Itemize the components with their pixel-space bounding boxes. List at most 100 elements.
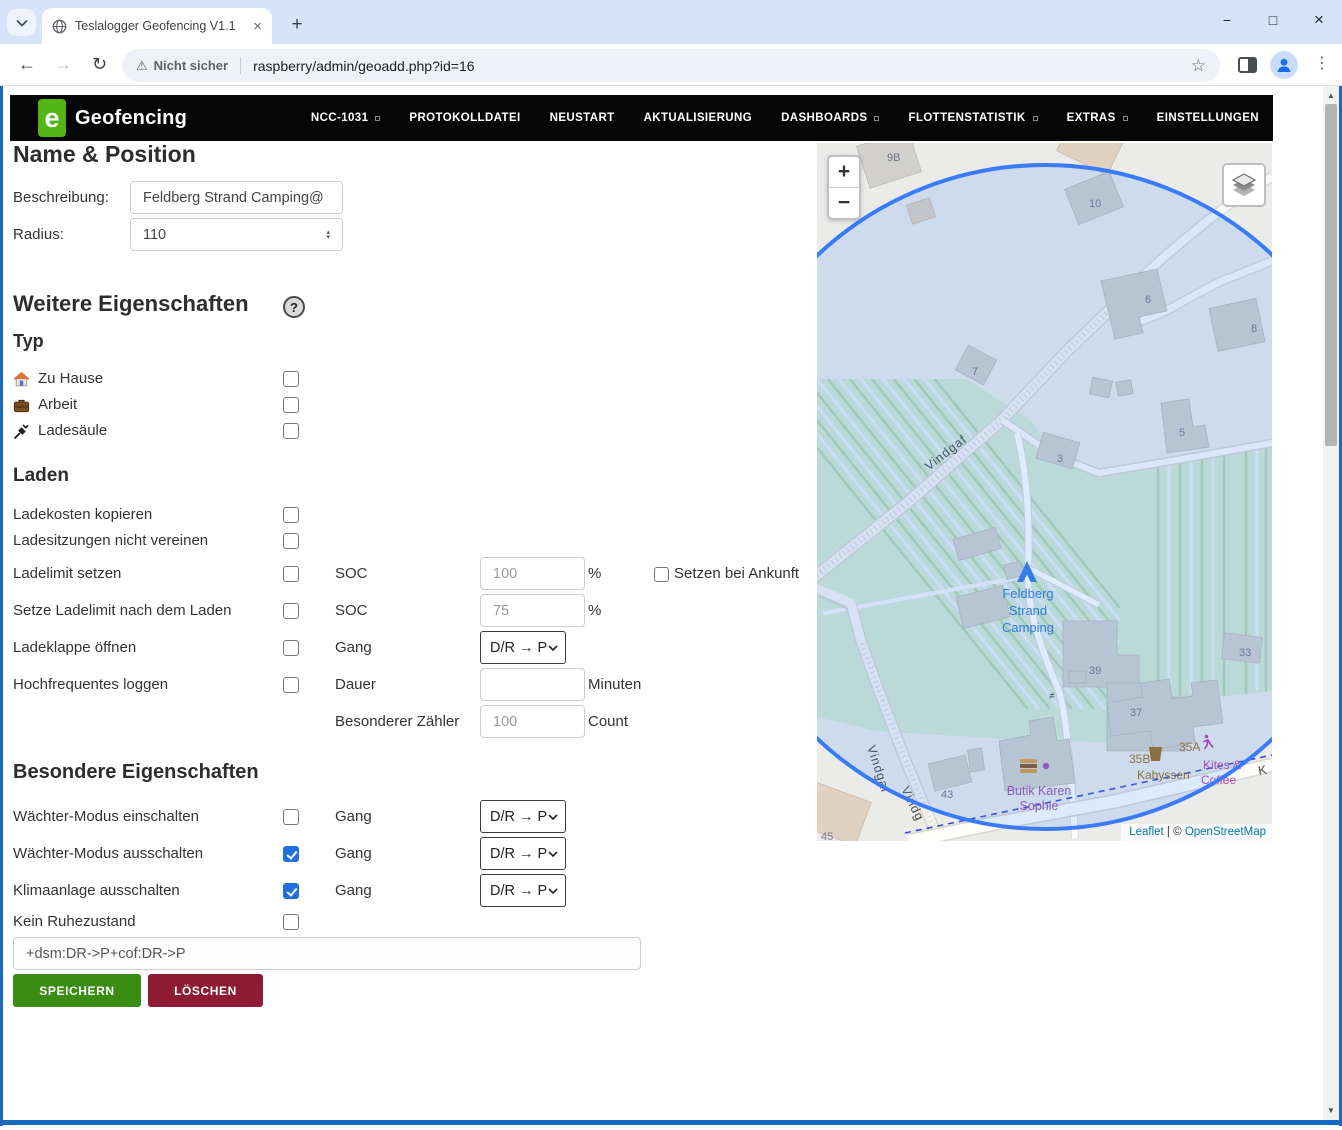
scroll-up-icon[interactable]: ▲ (1323, 91, 1339, 100)
zoom-out-button[interactable]: − (829, 188, 859, 218)
minuten-label: Minuten (588, 676, 641, 693)
charger-icon (13, 423, 30, 445)
waechter-ein-checkbox[interactable] (283, 809, 299, 825)
waechter-aus-checkbox[interactable] (283, 846, 299, 862)
ladeklappe-label: Ladeklappe öffnen (13, 639, 136, 656)
gang-select[interactable]: D/R → P (480, 874, 566, 907)
soc2-label: SOC (335, 602, 368, 619)
number-spinner[interactable]: ▴▾ (326, 230, 330, 240)
gang-select[interactable]: D/R → P (480, 631, 566, 664)
map-zoom-control: + − (827, 155, 861, 220)
back-icon[interactable]: ← (18, 54, 36, 75)
klimaanlage-checkbox[interactable] (283, 883, 299, 899)
nav-menu: NCC-1031 PROTOKOLLDATEI NEUSTART AKTUALI… (311, 112, 1259, 124)
count-label: Count (588, 713, 628, 730)
hochfrequent-label: Hochfrequentes loggen (13, 676, 168, 693)
zoom-in-button[interactable]: + (829, 157, 859, 187)
scroll-down-icon[interactable]: ▼ (1323, 1106, 1339, 1115)
gang-label: Gang (335, 882, 372, 899)
nav-item-flottenstatistik[interactable]: FLOTTENSTATISTIK (908, 112, 1037, 124)
map-canvas: 9B 10 7 6 8 3 5 33 39 37 43 45 Vindgaf V… (817, 143, 1272, 841)
zaehler-label: Besonderer Zähler (335, 713, 459, 730)
kein-ruhezustand-checkbox[interactable] (283, 914, 299, 930)
radius-input[interactable]: 110 ▴▾ (130, 218, 343, 251)
ankunft-label: Setzen bei Ankunft (674, 565, 799, 582)
vertical-scrollbar[interactable]: ▲ ▼ (1323, 86, 1339, 1120)
nav-item-neustart[interactable]: NEUSTART (550, 112, 615, 124)
subheading-laden: Laden (13, 465, 69, 487)
new-tab-button[interactable]: + (284, 12, 310, 38)
profile-avatar[interactable] (1270, 51, 1298, 79)
browser-titlebar: Teslalogger Geofencing V1.1 × + − □ × (0, 0, 1342, 44)
nav-item-dashboards[interactable]: DASHBOARDS (781, 112, 879, 124)
dropdown-indicator-icon (1123, 116, 1128, 121)
brand-title[interactable]: Geofencing (75, 107, 187, 130)
section-heading-name-position: Name & Position (13, 141, 196, 168)
browser-menu-icon[interactable]: ⋮ (1314, 53, 1330, 73)
reload-icon[interactable]: ↻ (92, 54, 107, 75)
soc-label: SOC (335, 565, 368, 582)
typ-ladesaeule-checkbox[interactable] (283, 423, 299, 439)
map-layers-control[interactable] (1222, 163, 1266, 207)
klimaanlage-label: Klimaanlage ausschalten (13, 882, 180, 899)
ladeklappe-checkbox[interactable] (283, 640, 299, 656)
url-text[interactable]: raspberry/admin/geoadd.php?id=16 (253, 58, 1191, 74)
svg-text:9B: 9B (887, 152, 900, 164)
dauer-label: Dauer (335, 676, 376, 693)
nav-item-protokolldatei[interactable]: PROTOKOLLDATEI (409, 112, 520, 124)
beschreibung-input[interactable]: Feldberg Strand Camping@ (130, 181, 343, 214)
side-panel-icon[interactable] (1238, 57, 1257, 73)
window-maximize-button[interactable]: □ (1250, 0, 1296, 40)
soc2-input[interactable]: 75 (480, 594, 585, 627)
delete-button[interactable]: LÖSCHEN (148, 974, 263, 1007)
gang-select[interactable]: D/R → P (480, 837, 566, 870)
url-bar[interactable]: ⚠ Nicht sicher raspberry/admin/geoadd.ph… (122, 49, 1220, 82)
chevron-down-icon (16, 19, 28, 27)
ladesitzungen-checkbox[interactable] (283, 533, 299, 549)
leaflet-map[interactable]: 9B 10 7 6 8 3 5 33 39 37 43 45 Vindgaf V… (817, 143, 1272, 841)
ladekosten-checkbox[interactable] (283, 507, 299, 523)
nav-item-einstellungen[interactable]: EINSTELLUNGEN (1157, 112, 1259, 124)
window-minimize-button[interactable]: − (1204, 0, 1250, 40)
zaehler-input[interactable]: 100 (480, 705, 585, 738)
section-heading-weitere: Weitere Eigenschaften (13, 291, 249, 317)
bookmark-star-icon[interactable]: ☆ (1191, 56, 1206, 76)
special-flags-input[interactable]: +dsm:DR->P+cof:DR->P (13, 937, 641, 970)
ladelimit-checkbox[interactable] (283, 566, 299, 582)
nav-item-extras[interactable]: EXTRAS (1067, 112, 1128, 124)
geofencing-logo[interactable]: e (38, 99, 66, 137)
window-border-left (0, 86, 3, 1126)
subheading-typ: Typ (13, 331, 44, 352)
typ-zu-hause-checkbox[interactable] (283, 371, 299, 387)
window-close-button[interactable]: × (1296, 0, 1342, 40)
hochfrequent-checkbox[interactable] (283, 677, 299, 693)
nav-item-ncc-1031[interactable]: NCC-1031 (311, 112, 381, 124)
ankunft-checkbox[interactable] (654, 567, 669, 582)
dauer-input[interactable] (480, 668, 585, 701)
soc-input[interactable]: 100 (480, 557, 585, 590)
scrollbar-thumb[interactable] (1325, 104, 1337, 446)
chevron-down-icon (548, 814, 558, 820)
ladelimit-label: Ladelimit setzen (13, 565, 121, 582)
security-label[interactable]: Nicht sicher (154, 58, 228, 73)
setze-ladelimit-checkbox[interactable] (283, 603, 299, 619)
ladekosten-label: Ladekosten kopieren (13, 506, 152, 523)
forward-icon[interactable]: → (54, 54, 72, 75)
osm-link[interactable]: OpenStreetMap (1185, 826, 1266, 838)
spinner-down-icon: ▾ (326, 235, 330, 240)
save-button[interactable]: SPEICHERN (13, 974, 141, 1007)
setze-ladelimit-label: Setze Ladelimit nach dem Laden (13, 602, 231, 619)
gang-select[interactable]: D/R → P (480, 800, 566, 833)
leaflet-link[interactable]: Leaflet (1129, 826, 1164, 838)
typ-arbeit-checkbox[interactable] (283, 397, 299, 413)
browser-tab[interactable]: Teslalogger Geofencing V1.1 × (42, 8, 272, 44)
gang-label: Gang (335, 639, 372, 656)
tab-search-button[interactable] (7, 9, 36, 36)
ladesitzungen-label: Ladesitzungen nicht vereinen (13, 532, 208, 549)
home-icon (13, 371, 30, 393)
nav-item-aktualisierung[interactable]: AKTUALISIERUNG (644, 112, 752, 124)
tab-close-icon[interactable]: × (253, 19, 262, 34)
chevron-down-icon (548, 645, 558, 651)
help-icon[interactable]: ? (283, 296, 305, 318)
dropdown-indicator-icon (375, 116, 380, 121)
